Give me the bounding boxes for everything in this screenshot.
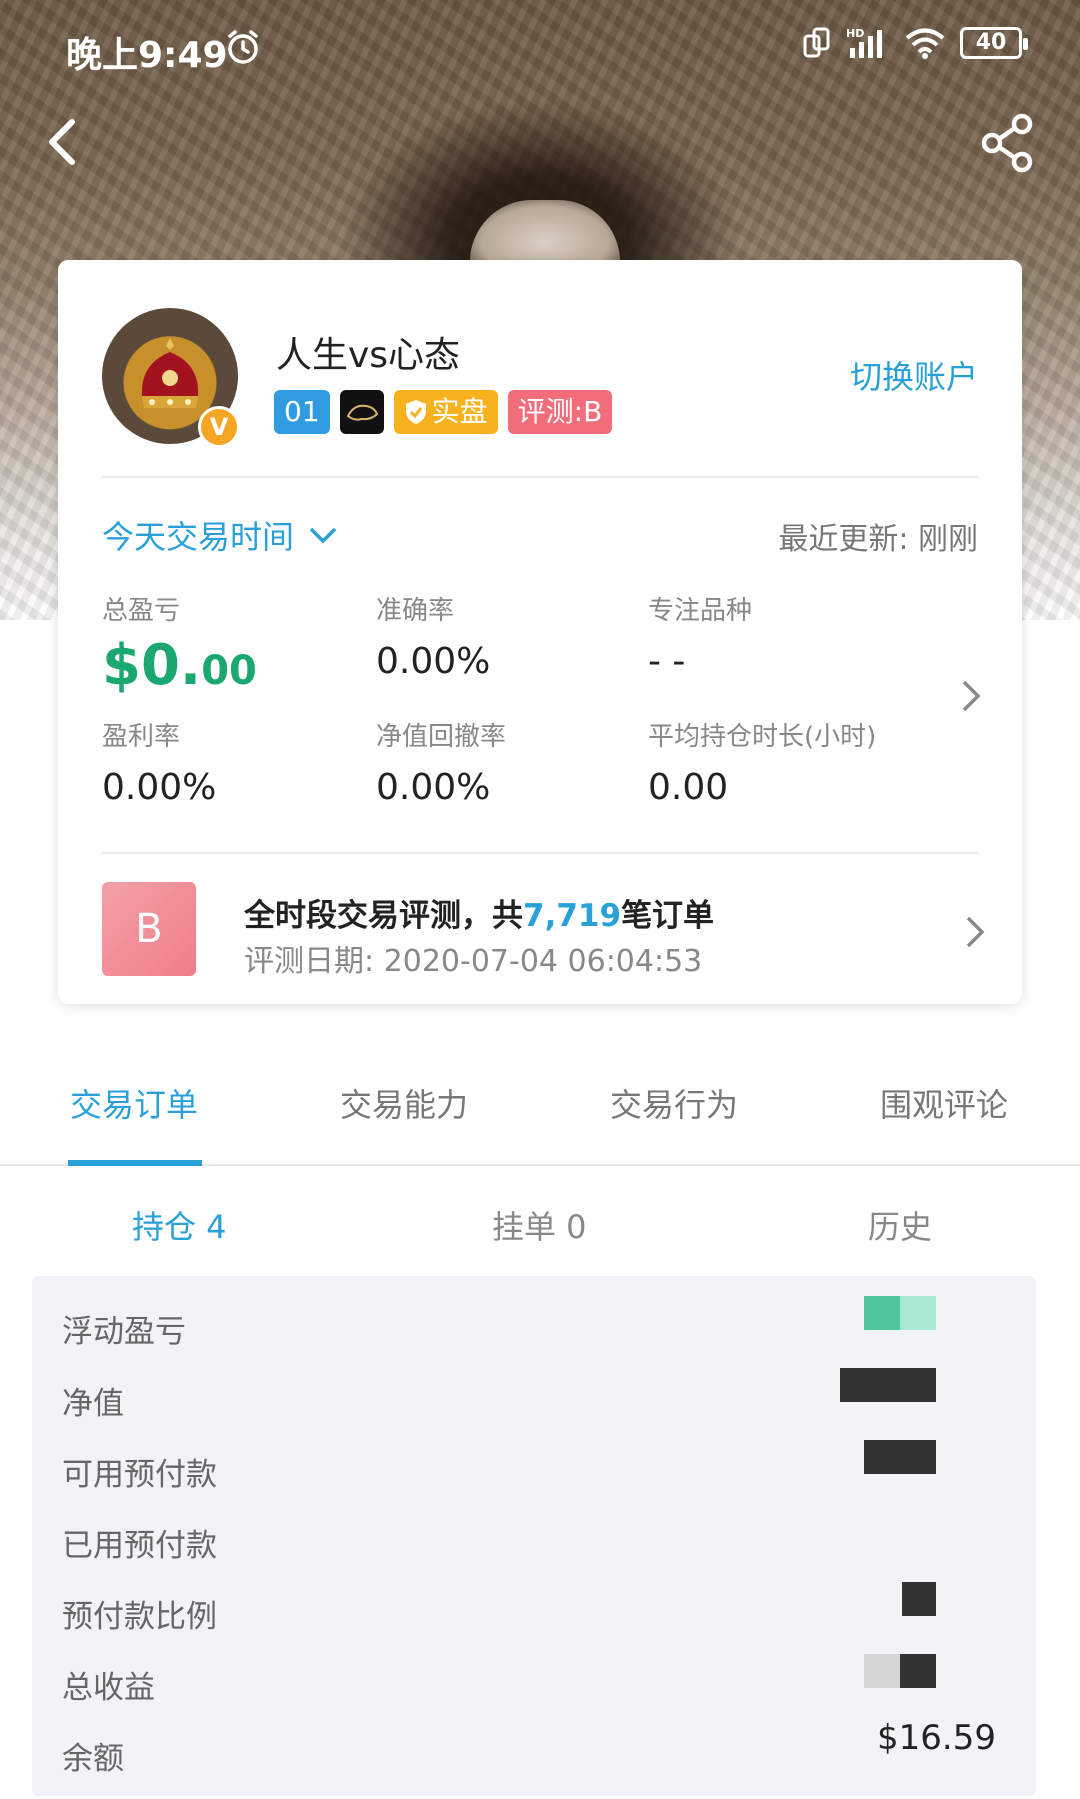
main-tabs: 交易订单 交易能力 交易行为 围观评论	[0, 1050, 1080, 1166]
subtab-history[interactable]: 历史	[868, 1202, 932, 1248]
crown-icon	[141, 338, 199, 408]
battery-indicator: 40	[960, 27, 1028, 59]
badge-evaluation: 评测:B	[507, 390, 613, 434]
last-update: 最近更新: 刚刚	[778, 522, 978, 557]
bull-logo-badge-icon	[339, 390, 384, 434]
evaluation-grade-icon: B	[102, 882, 196, 976]
user-badges: 01 实盘 评测:B	[274, 390, 613, 434]
row-floating-pnl: 浮动盈亏	[62, 1314, 186, 1350]
row-balance: 余额	[62, 1741, 124, 1777]
active-tab-indicator	[68, 1160, 202, 1166]
chevron-down-icon	[309, 527, 337, 544]
user-name: 人生vs心态	[276, 335, 461, 376]
total-pnl-value: $0.00	[102, 633, 257, 698]
stat-focus-symbol: 专注品种 - -	[648, 596, 753, 682]
redacted-value	[902, 1582, 936, 1616]
subtab-pending[interactable]: 挂单 0	[492, 1202, 587, 1248]
badge-level: 01	[274, 390, 330, 434]
share-icon[interactable]	[980, 112, 1036, 174]
tab-trade-orders[interactable]: 交易订单	[70, 1080, 198, 1126]
period-selector[interactable]: 今天交易时间	[102, 512, 338, 558]
redacted-value	[864, 1440, 936, 1474]
stat-total-pnl: 总盈亏 $0.00	[102, 596, 257, 698]
stat-accuracy: 准确率 0.00%	[376, 596, 491, 682]
evaluation-title[interactable]: 全时段交易评测，共7,719笔订单	[244, 890, 714, 935]
chevron-right-icon[interactable]	[960, 678, 982, 714]
shield-check-icon	[405, 400, 426, 424]
row-free-margin: 可用预付款	[62, 1457, 217, 1493]
tab-trade-behavior[interactable]: 交易行为	[610, 1080, 738, 1126]
back-icon[interactable]	[38, 112, 84, 172]
screen-rotate-icon	[803, 27, 830, 58]
row-used-margin: 已用预付款	[62, 1528, 217, 1564]
divider	[102, 852, 978, 854]
status-time: 晚上9:49	[66, 35, 228, 76]
tab-comments[interactable]: 围观评论	[880, 1080, 1008, 1126]
signal-icon: HD	[846, 27, 882, 58]
subtab-positions[interactable]: 持仓 4	[132, 1202, 227, 1248]
divider	[102, 476, 978, 478]
stat-avg-hold-time: 平均持仓时长(小时) 0.00	[648, 722, 877, 808]
row-total-profit: 总收益	[62, 1670, 155, 1706]
redacted-value	[864, 1654, 936, 1688]
chevron-right-icon[interactable]	[964, 914, 986, 950]
balance-value: $16.59	[877, 1718, 996, 1758]
order-subtabs: 持仓 4 挂单 0 历史	[0, 1180, 1080, 1270]
evaluation-date: 评测日期: 2020-07-04 06:04:53	[244, 944, 703, 979]
alarm-icon	[228, 30, 258, 64]
stat-drawdown: 净值回撤率 0.00%	[376, 722, 507, 808]
redacted-value	[864, 1296, 936, 1330]
switch-account-button[interactable]: 切换账户	[850, 352, 978, 398]
row-equity: 净值	[62, 1386, 124, 1422]
verified-badge-icon: V	[198, 406, 240, 448]
svg-text:HD: HD	[846, 27, 864, 40]
period-label: 今天交易时间	[102, 518, 295, 556]
tab-trade-ability[interactable]: 交易能力	[340, 1080, 468, 1126]
stat-profit-rate: 盈利率 0.00%	[102, 722, 217, 808]
trader-summary-card: V 人生vs心态 01 实盘 评测:B 切换账户 今天交易时间 最近更新: 刚刚…	[58, 260, 1022, 1004]
row-margin-ratio: 预付款比例	[62, 1599, 217, 1635]
redacted-value	[840, 1368, 936, 1402]
wifi-icon	[905, 28, 945, 59]
status-bar: 晚上9:49 HD 40	[0, 0, 1080, 96]
badge-real-account: 实盘	[393, 390, 498, 434]
